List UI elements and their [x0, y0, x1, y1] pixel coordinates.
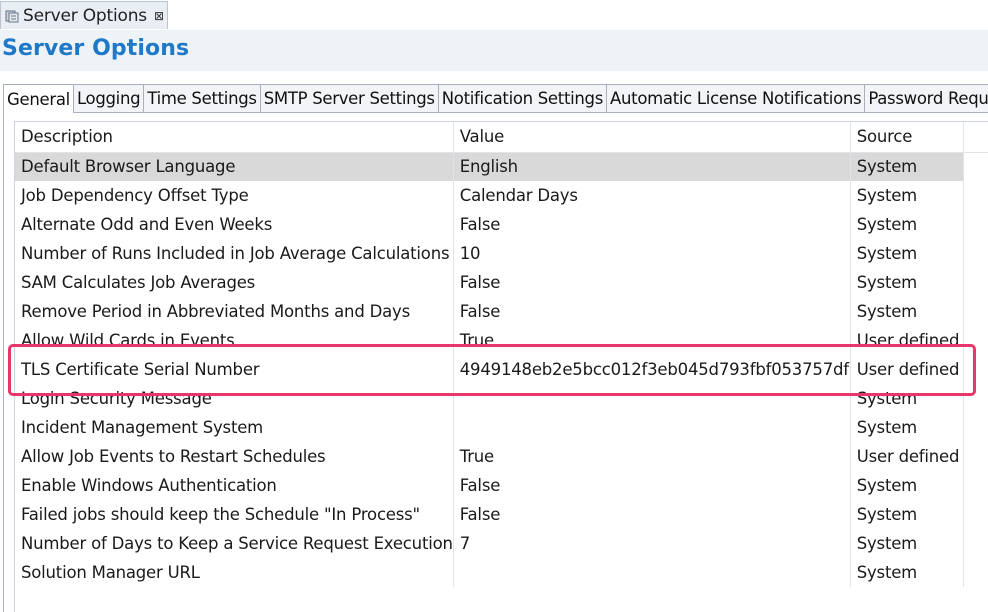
table-row[interactable]: Allow Wild Cards in Events True User defin…: [15, 326, 988, 355]
tab-logging[interactable]: Logging: [72, 84, 144, 113]
row-filler: [963, 268, 988, 297]
cell-description[interactable]: Allow Wild Cards in Events: [15, 326, 454, 355]
row-filler: [963, 413, 988, 442]
cell-value[interactable]: True: [453, 326, 851, 355]
table-row[interactable]: Enable Windows Authentication False System: [15, 471, 988, 500]
column-header-value[interactable]: Value: [453, 122, 851, 153]
cell-value[interactable]: False: [453, 500, 851, 529]
settings-tab-bar: General Logging Time Settings SMTP Serve…: [3, 84, 988, 114]
cell-value[interactable]: False: [453, 297, 851, 326]
cell-value[interactable]: 7: [453, 529, 851, 558]
cell-description[interactable]: Alternate Odd and Even Weeks: [15, 210, 454, 239]
server-options-table: Description Value Source Default Browser…: [14, 121, 988, 612]
cell-description[interactable]: Enable Windows Authentication: [15, 471, 454, 500]
cell-description[interactable]: Failed jobs should keep the Schedule "In…: [15, 500, 454, 529]
cell-description[interactable]: Solution Manager URL: [15, 558, 454, 587]
cell-source[interactable]: System: [850, 384, 964, 413]
cell-source[interactable]: System: [850, 239, 964, 268]
tab-content-panel: Description Value Source Default Browser…: [3, 113, 988, 612]
table-row[interactable]: Alternate Odd and Even Weeks False System: [15, 210, 988, 239]
table-row[interactable]: SAM Calculates Job Averages False System: [15, 268, 988, 297]
table-row[interactable]: Remove Period in Abbreviated Months and …: [15, 297, 988, 326]
table-row[interactable]: Incident Management System System: [15, 413, 988, 442]
server-options-icon: [5, 10, 19, 22]
cell-source[interactable]: System: [850, 471, 964, 500]
row-filler: [963, 529, 988, 558]
cell-description[interactable]: Remove Period in Abbreviated Months and …: [15, 297, 454, 326]
table-header-row: Description Value Source: [15, 122, 988, 153]
row-filler: [963, 442, 988, 471]
cell-value[interactable]: [453, 384, 851, 413]
row-filler: [963, 297, 988, 326]
tab-smtp-server-settings[interactable]: SMTP Server Settings: [259, 84, 438, 113]
cell-value[interactable]: Calendar Days: [453, 181, 851, 210]
row-filler: [963, 384, 988, 413]
row-filler: [963, 152, 988, 181]
cell-source[interactable]: System: [850, 268, 964, 297]
cell-source[interactable]: System: [850, 413, 964, 442]
row-filler: [963, 181, 988, 210]
page-title: Server Options: [2, 36, 190, 61]
table-row[interactable]: Failed jobs should keep the Schedule "In…: [15, 500, 988, 529]
row-filler: [963, 355, 988, 384]
table-row[interactable]: Allow Job Events to Restart Schedules Tru…: [15, 442, 988, 471]
editor-tab-label: Server Options: [23, 5, 147, 26]
cell-description[interactable]: Allow Job Events to Restart Schedules: [15, 442, 454, 471]
cell-description[interactable]: Login Security Message: [15, 384, 454, 413]
cell-value[interactable]: False: [453, 471, 851, 500]
row-filler: [963, 471, 988, 500]
row-filler: [963, 210, 988, 239]
cell-source[interactable]: User defined: [850, 326, 964, 355]
cell-value[interactable]: English: [453, 152, 851, 181]
close-icon[interactable]: ⊠: [154, 9, 164, 23]
cell-value[interactable]: [453, 558, 851, 587]
tab-general[interactable]: General: [3, 84, 73, 113]
cell-description[interactable]: Number of Days to Keep a Service Request…: [15, 529, 454, 558]
cell-source[interactable]: User defined: [850, 355, 964, 384]
cell-description[interactable]: TLS Certificate Serial Number: [15, 355, 454, 384]
cell-description[interactable]: SAM Calculates Job Averages: [15, 268, 454, 297]
cell-description[interactable]: Default Browser Language: [15, 152, 454, 181]
cell-source[interactable]: User defined: [850, 442, 964, 471]
tab-time-settings[interactable]: Time Settings: [143, 84, 260, 113]
cell-description[interactable]: Job Dependency Offset Type: [15, 181, 454, 210]
cell-value[interactable]: 10: [453, 239, 851, 268]
cell-value[interactable]: False: [453, 210, 851, 239]
table-row[interactable]: TLS Certificate Serial Number 4949148eb2e…: [15, 355, 988, 384]
cell-source[interactable]: System: [850, 529, 964, 558]
cell-description[interactable]: Incident Management System: [15, 413, 454, 442]
tab-automatic-license-notifications[interactable]: Automatic License Notifications: [606, 84, 865, 113]
cell-source[interactable]: System: [850, 558, 964, 587]
table-row[interactable]: Default Browser Language English System: [15, 152, 988, 181]
cell-description[interactable]: Number of Runs Included in Job Average C…: [15, 239, 454, 268]
cell-value[interactable]: True: [453, 442, 851, 471]
cell-source[interactable]: System: [850, 210, 964, 239]
row-filler: [963, 239, 988, 268]
editor-tab-strip: Server Options ⊠: [0, 0, 988, 31]
table-row[interactable]: Login Security Message System: [15, 384, 988, 413]
row-filler: [963, 558, 988, 587]
cell-source[interactable]: System: [850, 181, 964, 210]
editor-tab-server-options[interactable]: Server Options ⊠: [0, 1, 168, 29]
table-row[interactable]: Solution Manager URL System: [15, 558, 988, 587]
row-filler: [963, 500, 988, 529]
table-row[interactable]: Number of Runs Included in Job Average C…: [15, 239, 988, 268]
page-header: Server Options: [0, 30, 988, 71]
cell-value[interactable]: False: [453, 268, 851, 297]
table-row[interactable]: Job Dependency Offset Type Calendar Days S…: [15, 181, 988, 210]
cell-source[interactable]: System: [850, 297, 964, 326]
cell-source[interactable]: System: [850, 152, 964, 181]
tab-notification-settings[interactable]: Notification Settings: [437, 84, 607, 113]
column-header-source[interactable]: Source: [850, 122, 964, 153]
cell-value[interactable]: 4949148eb2e5bcc012f3eb045d793fbf053757df: [453, 355, 851, 384]
cell-source[interactable]: System: [850, 500, 964, 529]
row-filler: [963, 326, 988, 355]
tab-password-requirements[interactable]: Password Requi: [864, 84, 988, 113]
column-filler: [963, 122, 988, 153]
table-row[interactable]: Number of Days to Keep a Service Request…: [15, 529, 988, 558]
cell-value[interactable]: [453, 413, 851, 442]
column-header-description[interactable]: Description: [15, 122, 454, 153]
